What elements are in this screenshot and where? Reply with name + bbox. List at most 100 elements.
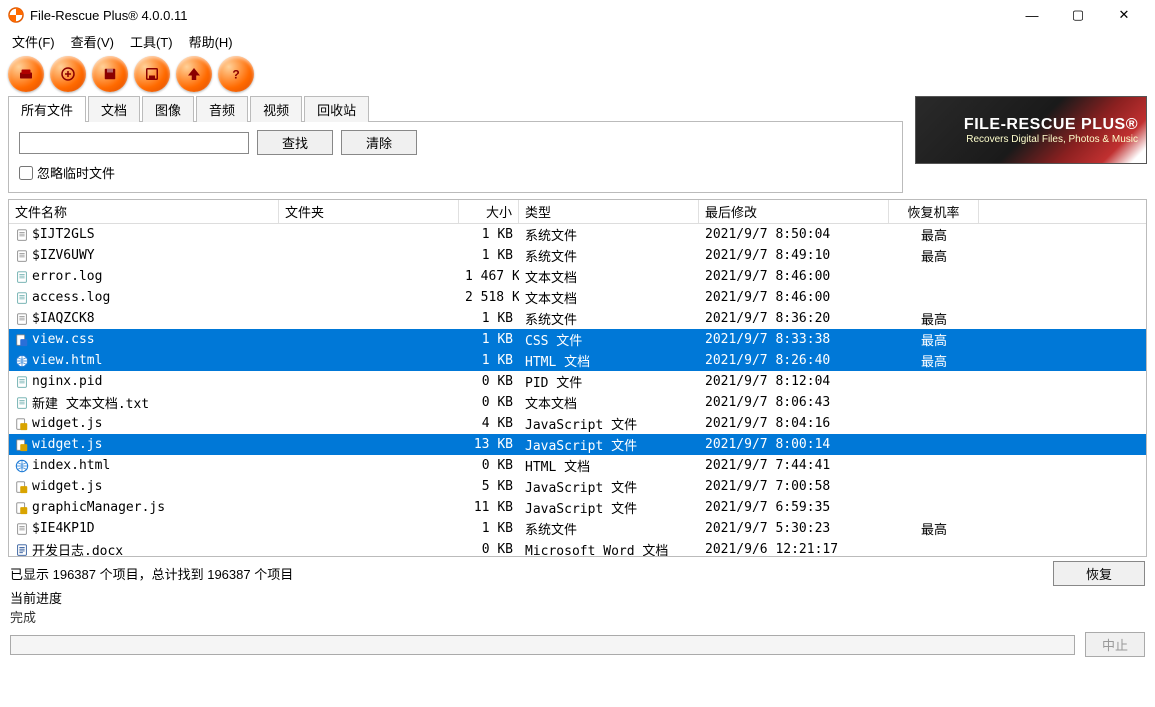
file-icon <box>15 312 29 326</box>
file-modified: 2021/9/7 8:12:04 <box>699 374 889 389</box>
recover-button[interactable]: 恢复 <box>1053 561 1145 586</box>
file-icon <box>15 354 29 368</box>
ignore-temp-label: 忽略临时文件 <box>37 163 115 182</box>
file-size: 5 KB <box>459 479 519 494</box>
file-size: 1 KB <box>459 227 519 242</box>
table-row[interactable]: 开发日志.docx0 KBMicrosoft Word 文档2021/9/6 1… <box>9 539 1146 556</box>
table-row[interactable]: view.css1 KBCSS 文件2021/9/7 8:33:38最高 <box>9 329 1146 350</box>
file-name: 开发日志.docx <box>32 540 123 556</box>
menu-help[interactable]: 帮助(H) <box>181 30 241 53</box>
toolbar-up-button[interactable] <box>176 56 212 92</box>
toolbar-add-button[interactable] <box>50 56 86 92</box>
file-modified: 2021/9/7 8:26:40 <box>699 353 889 368</box>
table-row[interactable]: error.log1 467 KB文本文档2021/9/7 8:46:00 <box>9 266 1146 287</box>
banner-title: FILE-RESCUE PLUS® <box>964 116 1138 134</box>
find-button[interactable]: 查找 <box>257 130 333 155</box>
col-modified[interactable]: 最后修改 <box>699 200 889 223</box>
progress-area: 当前进度 完成 中止 <box>0 586 1155 663</box>
file-name: $IAQZCK8 <box>32 311 95 326</box>
file-icon <box>15 375 29 389</box>
file-type: JavaScript 文件 <box>519 477 699 496</box>
menu-view[interactable]: 查看(V) <box>63 30 122 53</box>
table-row[interactable]: access.log2 518 KB文本文档2021/9/7 8:46:00 <box>9 287 1146 308</box>
app-icon <box>8 7 24 23</box>
file-modified: 2021/9/7 7:00:58 <box>699 479 889 494</box>
table-row[interactable]: $IJT2GLS1 KB系统文件2021/9/7 8:50:04最高 <box>9 224 1146 245</box>
file-probability: 最高 <box>889 519 979 538</box>
table-row[interactable]: $IZV6UWY1 KB系统文件2021/9/7 8:49:10最高 <box>9 245 1146 266</box>
tab-all[interactable]: 所有文件 <box>8 96 86 122</box>
window-title: File-Rescue Plus® 4.0.0.11 <box>30 8 1009 23</box>
file-name: access.log <box>32 290 110 305</box>
file-icon <box>15 480 29 494</box>
table-row[interactable]: widget.js13 KBJavaScript 文件2021/9/7 8:00… <box>9 434 1146 455</box>
col-folder[interactable]: 文件夹 <box>279 200 459 223</box>
col-type[interactable]: 类型 <box>519 200 699 223</box>
table-row[interactable]: $IAQZCK81 KB系统文件2021/9/7 8:36:20最高 <box>9 308 1146 329</box>
table-row[interactable]: widget.js5 KBJavaScript 文件2021/9/7 7:00:… <box>9 476 1146 497</box>
file-name: graphicManager.js <box>32 500 165 515</box>
col-name[interactable]: 文件名称 <box>9 200 279 223</box>
table-row[interactable]: $IE4KP1D1 KB系统文件2021/9/7 5:30:23最高 <box>9 518 1146 539</box>
tab-img[interactable]: 图像 <box>142 96 194 122</box>
file-name: nginx.pid <box>32 374 102 389</box>
file-type: 系统文件 <box>519 246 699 265</box>
search-input[interactable] <box>19 132 249 154</box>
table-row[interactable]: nginx.pid0 KBPID 文件2021/9/7 8:12:04 <box>9 371 1146 392</box>
file-size: 0 KB <box>459 395 519 410</box>
col-size[interactable]: 大小 <box>459 200 519 223</box>
file-size: 2 518 KB <box>459 290 519 305</box>
table-row[interactable]: widget.js4 KBJavaScript 文件2021/9/7 8:04:… <box>9 413 1146 434</box>
table-row[interactable]: index.html0 KBHTML 文档2021/9/7 7:44:41 <box>9 455 1146 476</box>
progress-status: 完成 <box>10 607 1145 626</box>
titlebar: File-Rescue Plus® 4.0.0.11 ― ▢ ✕ <box>0 0 1155 30</box>
file-name: index.html <box>32 458 110 473</box>
close-button[interactable]: ✕ <box>1101 0 1147 30</box>
file-modified: 2021/9/7 7:44:41 <box>699 458 889 473</box>
table-header: 文件名称 文件夹 大小 类型 最后修改 恢复机率 <box>9 200 1146 224</box>
file-type: 系统文件 <box>519 309 699 328</box>
menu-file[interactable]: 文件(F) <box>4 30 63 53</box>
toolbar-scan-button[interactable] <box>8 56 44 92</box>
stop-button[interactable]: 中止 <box>1085 632 1145 657</box>
filter-tabs: 所有文件 文档 图像 音频 视频 回收站 <box>8 96 903 122</box>
status-bar: 已显示 196387 个项目，总计找到 196387 个项目 恢复 <box>0 557 1155 586</box>
clear-button[interactable]: 清除 <box>341 130 417 155</box>
file-size: 13 KB <box>459 437 519 452</box>
file-icon <box>15 333 29 347</box>
banner-subtitle: Recovers Digital Files, Photos & Music <box>966 134 1138 145</box>
file-name: error.log <box>32 269 102 284</box>
menu-tools[interactable]: 工具(T) <box>122 30 181 53</box>
tab-recycle[interactable]: 回收站 <box>304 96 369 122</box>
file-size: 4 KB <box>459 416 519 431</box>
table-row[interactable]: view.html1 KBHTML 文档2021/9/7 8:26:40最高 <box>9 350 1146 371</box>
toolbar-help-button[interactable]: ? <box>218 56 254 92</box>
maximize-button[interactable]: ▢ <box>1055 0 1101 30</box>
ignore-temp-checkbox[interactable]: 忽略临时文件 <box>19 163 892 182</box>
col-probability[interactable]: 恢复机率 <box>889 200 979 223</box>
toolbar-open-button[interactable] <box>134 56 170 92</box>
file-icon <box>15 249 29 263</box>
tab-video[interactable]: 视频 <box>250 96 302 122</box>
file-name: $IJT2GLS <box>32 227 95 242</box>
table-row[interactable]: 新建 文本文档.txt0 KB文本文档2021/9/7 8:06:43 <box>9 392 1146 413</box>
table-row[interactable]: graphicManager.js11 KBJavaScript 文件2021/… <box>9 497 1146 518</box>
file-size: 1 467 KB <box>459 269 519 284</box>
ignore-temp-input[interactable] <box>19 166 33 180</box>
file-name: view.css <box>32 332 95 347</box>
file-probability: 最高 <box>889 330 979 349</box>
file-probability: 最高 <box>889 309 979 328</box>
file-modified: 2021/9/7 8:50:04 <box>699 227 889 242</box>
minimize-button[interactable]: ― <box>1009 0 1055 30</box>
file-probability: 最高 <box>889 246 979 265</box>
tab-audio[interactable]: 音频 <box>196 96 248 122</box>
toolbar-save-button[interactable] <box>92 56 128 92</box>
tab-doc[interactable]: 文档 <box>88 96 140 122</box>
file-size: 0 KB <box>459 542 519 556</box>
file-type: PID 文件 <box>519 372 699 391</box>
file-icon <box>15 396 29 410</box>
table-body[interactable]: $IJT2GLS1 KB系统文件2021/9/7 8:50:04最高$IZV6U… <box>9 224 1146 556</box>
file-type: CSS 文件 <box>519 330 699 349</box>
file-size: 11 KB <box>459 500 519 515</box>
file-probability: 最高 <box>889 351 979 370</box>
